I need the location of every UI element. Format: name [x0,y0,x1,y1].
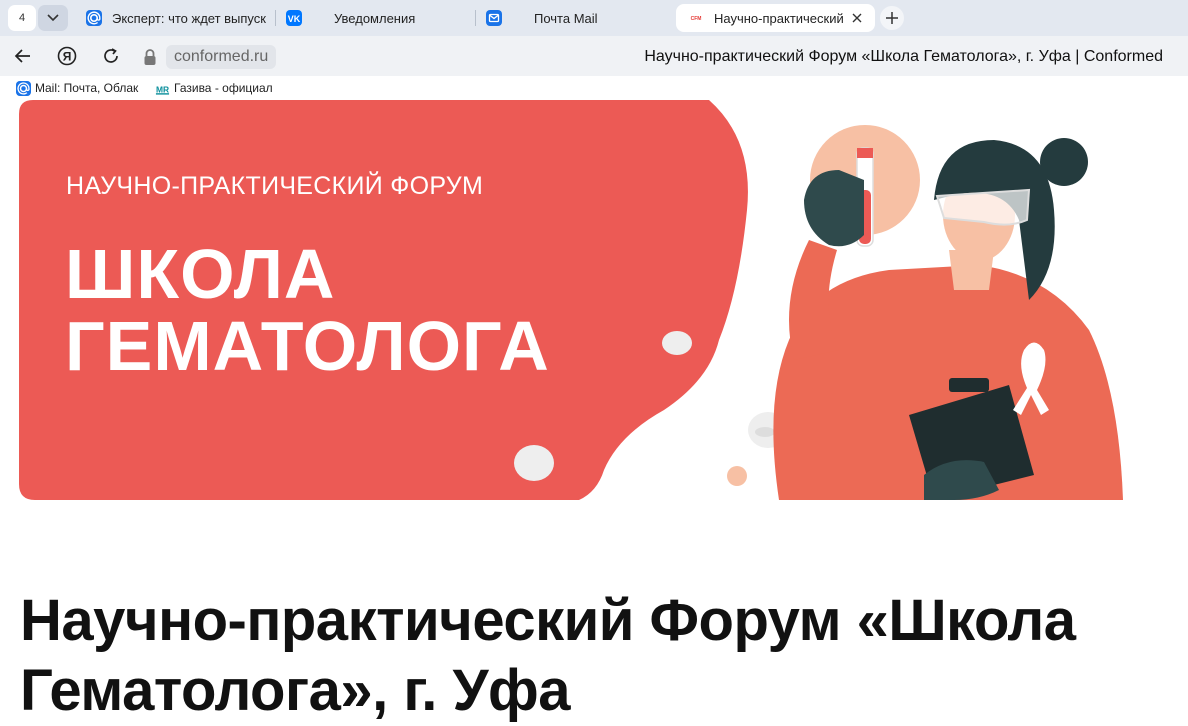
svg-text:MR: MR [156,84,169,94]
at-icon [16,80,31,96]
yandex-button[interactable]: Я [56,45,78,67]
banner-title-line2: ГЕМАТОЛОГА [65,307,550,385]
close-icon[interactable] [850,11,864,25]
plus-icon [886,12,898,24]
at-icon [86,10,102,26]
new-tab-button[interactable] [880,6,904,30]
mail-icon [486,10,502,26]
chevron-down-icon [47,14,59,22]
url-domain[interactable]: conformed.ru [166,45,277,69]
arrow-left-icon [14,49,30,63]
banner-subtitle: НАУЧНО-ПРАКТИЧЕСКИЙ ФОРУМ [66,172,484,200]
bookmark-label: Mail: Почта, Облак [35,81,139,95]
tab-separator [475,10,476,26]
address-page-title: Научно-практический Форум «Школа Гематол… [644,48,1163,65]
tab-notifications[interactable]: VK Уведомления [286,4,466,32]
reload-icon [104,48,118,63]
tab-title: Эксперт: что ждет выпуск [112,10,266,26]
tab-mail[interactable]: Почта Mail [486,4,666,32]
svg-text:VK: VK [288,14,301,24]
tab-forum-active[interactable]: CFM Научно-практический [676,4,875,32]
mr-icon: MR [155,80,170,96]
tab-title: Почта Mail [534,10,598,26]
tab-title: Уведомления [334,10,416,26]
reload-button[interactable] [100,45,122,67]
svg-text:Я: Я [63,50,72,64]
tab-expert[interactable]: Эксперт: что ждет выпуск [86,4,266,32]
tab-counter[interactable]: 4 [8,5,36,31]
tab-title: Научно-практический [714,10,844,26]
yandex-logo-icon: Я [57,46,77,66]
back-button[interactable] [12,45,34,67]
tab-list-button[interactable] [38,5,68,31]
hero-banner: НАУЧНО-ПРАКТИЧЕСКИЙ ФОРУМ ШКОЛА ГЕМАТОЛО… [19,100,1123,500]
navigation-bar: Я conformed.ru Научно-практический Форум… [0,36,1188,76]
svg-text:CFM: CFM [691,16,702,22]
bookmark-gaziva[interactable]: MR Газива - официал [155,79,281,97]
lock-icon[interactable] [142,48,158,66]
banner-title-line1: ШКОЛА [65,235,336,313]
bookmarks-bar: Mail: Почта, Облак MR Газива - официал [0,76,1188,100]
address-bar[interactable]: conformed.ru Научно-практический Форум «… [138,43,1173,71]
bookmark-label: Газива - официал [174,81,273,95]
vk-icon: VK [286,10,302,26]
tab-strip: 4 Эксперт: что ждет выпуск VK Уведомлени… [0,0,1188,36]
bookmark-mail[interactable]: Mail: Почта, Облак [16,79,140,97]
banner-title: ШКОЛА ГЕМАТОЛОГА [65,238,550,382]
page-heading: Научно-практический Форум «Школа Гематол… [20,588,1076,723]
tab-separator [275,10,276,26]
site-favicon: CFM [689,15,703,22]
